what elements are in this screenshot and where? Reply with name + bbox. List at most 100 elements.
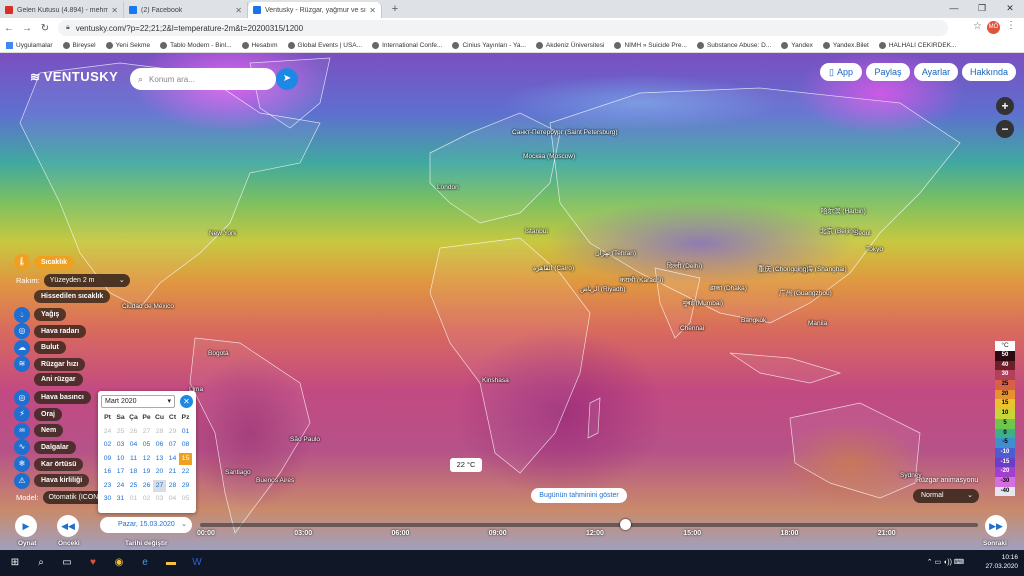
city-label[interactable]: Bogotá (208, 350, 229, 357)
calendar-day[interactable]: 10 (114, 453, 127, 466)
layer-item[interactable]: ◎ Hava basıncı (14, 389, 91, 406)
layer-item[interactable]: ◎ Hava radarı (14, 323, 87, 340)
calendar-day[interactable]: 16 (101, 466, 114, 479)
calendar-day[interactable]: 09 (101, 453, 114, 466)
calendar-day[interactable]: 20 (153, 466, 166, 479)
city-label[interactable]: Seoul (854, 230, 871, 237)
calendar-day[interactable]: 26 (140, 480, 153, 493)
layer-item[interactable]: ⚠︎ Hava kirliliği (14, 472, 90, 489)
minimize-icon[interactable]: — (940, 0, 968, 16)
chrome-icon[interactable]: ◉ (108, 552, 130, 574)
city-label[interactable]: Buenos Aires (256, 477, 294, 484)
timeline-slider-handle[interactable] (620, 519, 632, 530)
calendar-day[interactable]: 05 (179, 493, 192, 506)
wind-animation-select[interactable]: Normal ⌄ (913, 489, 979, 503)
city-label[interactable]: 广州 (Guangzhou) (779, 287, 832, 297)
bookmark-item[interactable]: NIMH » Suicide Pre... (614, 41, 687, 49)
city-label[interactable]: Москва (Moscow) (523, 153, 575, 160)
bookmark-star-icon[interactable]: ☆ (973, 21, 982, 32)
city-label[interactable]: 哈尔滨 (Harbin) (821, 205, 866, 215)
ventusky-logo[interactable]: ≋ VENTUSKY (30, 69, 118, 84)
city-label[interactable]: Chennai (680, 325, 704, 332)
calendar-day[interactable]: 13 (153, 453, 166, 466)
search-icon[interactable]: ⌕ (30, 552, 52, 574)
city-label[interactable]: İstanbul (525, 228, 548, 235)
show-today-forecast-button[interactable]: Bugünün tahminini göster (531, 488, 627, 503)
browser-tab-facebook[interactable]: (2) Facebook ✕ (124, 2, 248, 18)
calendar-day[interactable]: 24 (101, 426, 114, 439)
bookmark-item[interactable]: Substance Abuse: D... (696, 41, 771, 49)
close-tab-icon[interactable]: ✕ (235, 6, 242, 15)
back-icon[interactable]: ← (0, 23, 18, 34)
play-button[interactable]: ▶ (15, 515, 37, 537)
browser-menu-icon[interactable]: ⋮ (1006, 20, 1016, 31)
city-label[interactable]: मुंबई (Mumbai) (683, 298, 723, 307)
browser-tab-gmail[interactable]: Gelen Kutusu (4.894) - mehmetc ✕ (0, 2, 124, 18)
url-field[interactable]: 🔒︎ ventusky.com/?p=22;21;2&l=temperature… (58, 20, 948, 36)
next-button[interactable]: ▶▶ (985, 515, 1007, 537)
bookmark-item[interactable]: Yandex.Bilet (822, 41, 869, 49)
close-tab-icon[interactable]: ✕ (369, 6, 376, 15)
calendar-day[interactable]: 03 (114, 439, 127, 452)
city-label[interactable]: 北京 (Beijing) (820, 225, 859, 235)
altitude-select[interactable]: Yüzeyden 2 m ⌄ (43, 274, 130, 287)
layer-item[interactable]: ≋ Rüzgar hızı (14, 356, 86, 373)
browser-tab-ventusky[interactable]: Ventusky - Rüzgar, yağmur ve sı ✕ (248, 2, 382, 18)
city-label[interactable]: London (437, 184, 459, 191)
share-button[interactable]: Paylaş (866, 63, 910, 81)
calendar-day[interactable]: 06 (153, 439, 166, 452)
maximize-icon[interactable]: ❐ (968, 0, 996, 16)
new-tab-button[interactable]: + (388, 2, 402, 16)
city-label[interactable]: 重庆 (Chongqing) (758, 263, 809, 273)
calendar-day[interactable]: 28 (153, 426, 166, 439)
city-label[interactable]: ढाका (Dhaka) (710, 283, 747, 292)
calendar-day[interactable]: 08 (179, 439, 192, 452)
windows-start-icon[interactable]: ⊞ (4, 552, 26, 574)
bookmark-item[interactable]: Bireysel (62, 41, 96, 49)
calendar-day[interactable]: 26 (127, 426, 140, 439)
calendar-day[interactable]: 07 (166, 439, 179, 452)
calendar-day[interactable]: 29 (179, 480, 192, 493)
calendar-day[interactable]: 30 (101, 493, 114, 506)
calendar-day[interactable]: 28 (166, 480, 179, 493)
calendar-day[interactable]: 02 (140, 493, 153, 506)
app-button[interactable]: ▯ App (820, 63, 862, 81)
calendar-day[interactable]: 12 (140, 453, 153, 466)
bookmark-item[interactable]: Cinius Yayınları - Ya... (452, 41, 526, 49)
zoom-in-button[interactable]: + (996, 97, 1014, 115)
city-label[interactable]: Kinshasa (482, 377, 509, 384)
settings-button[interactable]: Ayarlar (914, 63, 958, 81)
bookmark-item[interactable]: International Confe... (372, 41, 442, 49)
app-icon[interactable]: ♥ (82, 552, 104, 574)
previous-button[interactable]: ◀◀ (57, 515, 79, 537)
calendar-day[interactable]: 21 (166, 466, 179, 479)
layer-item[interactable]: ☁︎ Bulut (14, 339, 66, 356)
layer-item[interactable]: ❄︎ Kar örtüsü (14, 456, 84, 472)
calendar-day[interactable]: 04 (127, 439, 140, 452)
city-label[interactable]: Santiago (225, 469, 251, 476)
calendar-day[interactable]: 01 (127, 493, 140, 506)
calendar-day[interactable]: 02 (101, 439, 114, 452)
bookmark-item[interactable]: HALHALI CEKIRDEK... (878, 41, 956, 49)
city-label[interactable]: Tokyo (866, 246, 883, 253)
change-date-button[interactable]: Pazar, 15.03.2020 ⌄ (100, 517, 192, 533)
model-select[interactable]: Otomatik (ICON) (42, 491, 107, 504)
system-tray-icons[interactable]: ⌃ ▭ ◖)) ⌨ (927, 558, 964, 566)
calendar-day[interactable]: 11 (127, 453, 140, 466)
bookmark-item[interactable]: Akdeniz Üniversitesi (535, 41, 604, 49)
calendar-day[interactable]: 23 (101, 480, 114, 493)
calendar-day[interactable]: 15 (179, 452, 192, 465)
calendar-day[interactable]: 05 (140, 439, 153, 452)
month-select[interactable]: Mart 2020 ▾ (101, 395, 175, 408)
city-label[interactable]: Bangkok (741, 317, 766, 324)
city-label[interactable]: القاهرة (Cairo) (533, 264, 574, 272)
calendar-day[interactable]: 18 (127, 466, 140, 479)
reload-icon[interactable]: ↻ (36, 23, 54, 34)
file-explorer-icon[interactable]: ▬ (160, 552, 182, 574)
city-label[interactable]: कराची (Karachi) (620, 275, 663, 284)
layer-item[interactable]: Ani rüzgar (34, 373, 83, 386)
calendar-day[interactable]: 25 (114, 426, 127, 439)
city-label[interactable]: São Paulo (290, 436, 320, 443)
city-label[interactable]: दिल्ली (Delhi) (667, 261, 702, 270)
edge-icon[interactable]: e (134, 552, 156, 574)
